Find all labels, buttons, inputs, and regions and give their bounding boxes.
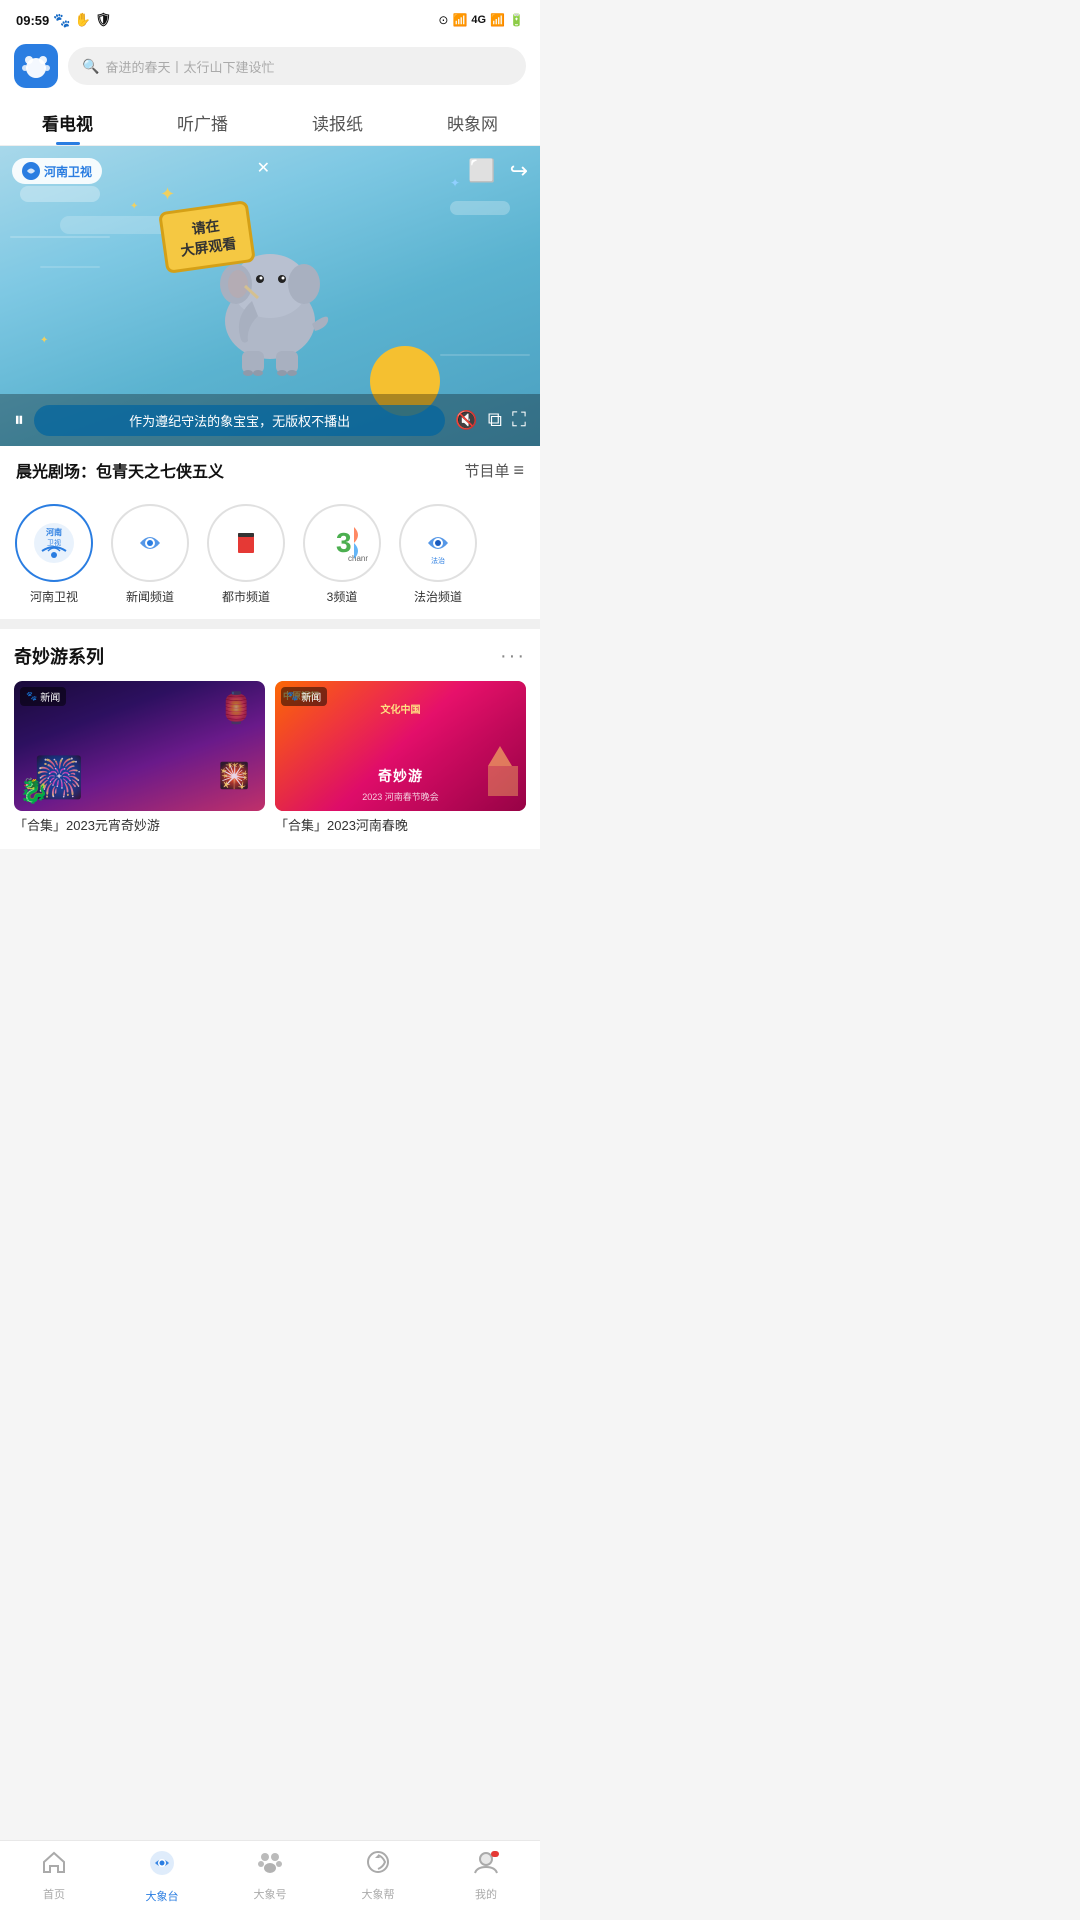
video-thumb-1: 🎆 🏮 🎇 🐉 🐾 新闻 bbox=[14, 681, 265, 811]
list-icon: ≡ bbox=[513, 460, 524, 481]
section-divider bbox=[0, 619, 540, 629]
status-bar: 09:59 🐾 ✋ 🛡 ⊙ 📶 4G 📶 🔋 bbox=[0, 0, 540, 36]
video-thumb-2: 中原银行 文化中国 奇妙游 2023 河南春节晚会 🐾 新闻 bbox=[275, 681, 526, 811]
video-card-2[interactable]: 中原银行 文化中国 奇妙游 2023 河南春节晚会 🐾 新闻 「合集」2023河… bbox=[275, 681, 526, 839]
tab-yingxiang[interactable]: 映象网 bbox=[405, 104, 540, 145]
program-title: 晨光剧场：包青天之七侠五义 bbox=[16, 458, 224, 482]
bottom-nav-daxiangtai[interactable]: 大象台 bbox=[108, 1849, 216, 1904]
status-icons-right: ⊙ 📶 4G 📶 🔋 bbox=[438, 13, 524, 27]
cast-button[interactable]: ⬜ bbox=[468, 158, 495, 184]
paw-nav-icon bbox=[257, 1849, 283, 1882]
bottom-nav-label-daxiangtai: 大象台 bbox=[146, 1888, 179, 1904]
bottom-nav-label-daxiangbang: 大象帮 bbox=[362, 1886, 395, 1902]
mute-button[interactable]: 🔇 bbox=[455, 410, 477, 431]
channel-item-ch3[interactable]: 3 channel 3频道 bbox=[298, 504, 386, 605]
shield-icon: 🛡 bbox=[95, 12, 112, 28]
video-card-1[interactable]: 🎆 🏮 🎇 🐉 🐾 新闻 「合集」2023元宵奇妙游 bbox=[14, 681, 265, 839]
channel-item-dushi[interactable]: 都市频道 bbox=[202, 504, 290, 605]
bottom-nav-label-mine: 我的 bbox=[475, 1886, 497, 1902]
nav-tabs: 看电视 听广播 读报纸 映象网 bbox=[0, 98, 540, 146]
content-section: 奇妙游系列 ··· 🎆 🏮 🎇 🐉 🐾 新闻 「合集」2023元宵奇妙游 bbox=[0, 629, 540, 849]
video-card-title-2: 「合集」2023河南春晚 bbox=[275, 811, 526, 839]
paw-icon: 🐾 bbox=[53, 12, 70, 29]
wifi-icon: 📶 bbox=[452, 13, 467, 27]
tab-newspaper[interactable]: 读报纸 bbox=[270, 104, 405, 145]
hand-icon: ✋ bbox=[75, 12, 91, 28]
program-info: 晨光剧场：包青天之七侠五义 节目单 ≡ bbox=[0, 446, 540, 494]
video-card-title-1: 「合集」2023元宵奇妙游 bbox=[14, 811, 265, 839]
channel-circle-news bbox=[111, 504, 189, 582]
header: 🔍 奋进的春天丨太行山下建设忙 bbox=[0, 36, 540, 98]
bottom-nav-daxianghao[interactable]: 大象号 bbox=[216, 1849, 324, 1904]
search-bar[interactable]: 🔍 奋进的春天丨太行山下建设忙 bbox=[68, 47, 526, 85]
section-header: 奇妙游系列 ··· bbox=[14, 643, 526, 669]
bottom-nav-daxiangbang[interactable]: 大象帮 bbox=[324, 1849, 432, 1904]
channel-item-fazhi[interactable]: 法治 法治频道 bbox=[394, 504, 482, 605]
video-badge-1: 🐾 新闻 bbox=[20, 687, 66, 706]
pause-button[interactable]: ⏸ bbox=[14, 409, 24, 432]
video-bottom-bar: ⏸ 作为遵纪守法的象宝宝，无版权不播出 🔇 ⧉ ⛶ bbox=[0, 394, 540, 446]
channel-label-dushi: 都市频道 bbox=[222, 588, 270, 605]
channel-logo-overlay: 河南卫视 bbox=[12, 158, 102, 184]
search-icon: 🔍 bbox=[82, 58, 99, 75]
svg-text:法治: 法治 bbox=[431, 556, 445, 565]
program-list-button[interactable]: 节目单 ≡ bbox=[464, 460, 524, 481]
bottom-nav-mine[interactable]: 我的 bbox=[432, 1849, 540, 1904]
bottom-nav-home[interactable]: 首页 bbox=[0, 1849, 108, 1904]
user-icon bbox=[473, 1849, 499, 1882]
bottom-nav-label-home: 首页 bbox=[43, 1886, 65, 1902]
video-area[interactable]: ✦ ✦ ✦ ✦ bbox=[0, 146, 540, 446]
video-top-controls: ⬜ ↪ bbox=[468, 158, 528, 184]
section-more-button[interactable]: ··· bbox=[500, 645, 526, 668]
channel-label-henantv: 河南卫视 bbox=[30, 588, 78, 605]
channel-circle-henantv: 河南 卫视 bbox=[15, 504, 93, 582]
fullscreen-button[interactable]: ⛶ bbox=[512, 409, 526, 432]
home-icon bbox=[41, 1849, 67, 1882]
svg-text:卫视: 卫视 bbox=[47, 538, 61, 547]
signal-text: 4G bbox=[471, 14, 486, 26]
signal-bars-icon: 📶 bbox=[490, 13, 505, 27]
status-time: 09:59 bbox=[16, 13, 49, 28]
svg-text:河南: 河南 bbox=[46, 527, 62, 537]
channel-circle-dushi bbox=[207, 504, 285, 582]
close-overlay-button[interactable]: ✕ bbox=[257, 158, 270, 178]
tab-tv[interactable]: 看电视 bbox=[0, 104, 135, 145]
video-container: ✦ ✦ ✦ ✦ bbox=[0, 146, 540, 446]
daxiang-icon bbox=[148, 1849, 176, 1884]
channel-circle-fazhi: 法治 bbox=[399, 504, 477, 582]
channel-item-henantv[interactable]: 河南 卫视 河南卫视 bbox=[10, 504, 98, 605]
svg-text:channel: channel bbox=[348, 554, 368, 563]
channel-list: 河南 卫视 河南卫视 新闻频道 bbox=[0, 494, 540, 619]
channel-item-news[interactable]: 新闻频道 bbox=[106, 504, 194, 605]
video-badge-2: 🐾 新闻 bbox=[281, 687, 327, 706]
channel-circle-ch3: 3 channel bbox=[303, 504, 381, 582]
share-button[interactable]: ↪ bbox=[510, 158, 528, 184]
sign-board: 请在 大屏观看 bbox=[158, 200, 256, 274]
video-grid: 🎆 🏮 🎇 🐉 🐾 新闻 「合集」2023元宵奇妙游 中原银行 文化中国 奇妙游 bbox=[14, 681, 526, 849]
bottom-nav: 首页 大象台 大象号 bbox=[0, 1840, 540, 1920]
app-logo[interactable] bbox=[14, 44, 58, 88]
subtitle-text: 作为遵纪守法的象宝宝，无版权不播出 bbox=[34, 405, 445, 436]
battery-icon: 🔋 bbox=[509, 13, 524, 27]
channel-label-news: 新闻频道 bbox=[126, 588, 174, 605]
timer-icon: ⊙ bbox=[438, 13, 448, 27]
refresh-icon bbox=[365, 1849, 391, 1882]
pip-button[interactable]: ⧉ bbox=[488, 409, 502, 432]
status-time-area: 09:59 🐾 ✋ 🛡 bbox=[16, 12, 111, 29]
search-placeholder-text: 奋进的春天丨太行山下建设忙 bbox=[105, 57, 274, 76]
channel-label-ch3: 3频道 bbox=[327, 588, 358, 605]
tab-radio[interactable]: 听广播 bbox=[135, 104, 270, 145]
section-title: 奇妙游系列 bbox=[14, 643, 104, 669]
bottom-nav-label-daxianghao: 大象号 bbox=[254, 1886, 287, 1902]
channel-label-fazhi: 法治频道 bbox=[414, 588, 462, 605]
